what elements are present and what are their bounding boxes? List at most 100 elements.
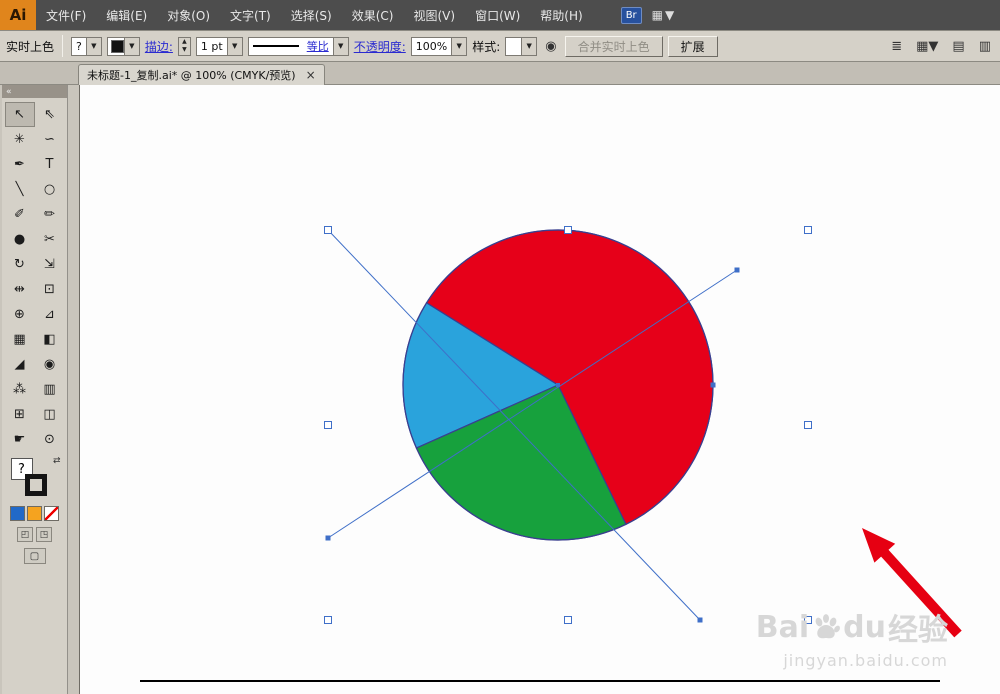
shape-builder-tool[interactable]: ⊕: [5, 302, 35, 327]
fill-color-dropdown[interactable]: ? ▼: [71, 36, 102, 56]
free-transform-tool[interactable]: ⊡: [35, 277, 65, 302]
gradient-tool[interactable]: ◧: [35, 327, 65, 352]
pencil-tool[interactable]: ✏: [35, 202, 65, 227]
scale-tool[interactable]: ⇲: [35, 252, 65, 277]
app-logo: Ai: [0, 0, 36, 30]
selection-handle[interactable]: [564, 616, 572, 624]
chevron-down-icon[interactable]: ▼: [451, 37, 467, 55]
separator: [62, 35, 64, 57]
stroke-color-swatch: [110, 39, 124, 53]
chevron-down-icon[interactable]: ▼: [85, 37, 101, 55]
column-graph-tool[interactable]: ▥: [35, 377, 65, 402]
blob-brush-tool[interactable]: ●: [5, 227, 35, 252]
stroke-swatch[interactable]: [24, 474, 47, 496]
selection-center-point[interactable]: [556, 383, 560, 387]
anchor-point[interactable]: [697, 617, 703, 623]
control-bar: 实时上色 ? ▼ ▼ 描边: ▲ ▼ 1 pt ▼ 等比 ▼ 不透明度: 100%…: [0, 30, 1000, 62]
swap-fill-stroke-icon[interactable]: ⇄: [53, 456, 61, 466]
menu-文件(F)[interactable]: 文件(F): [36, 0, 96, 30]
anchor-point[interactable]: [325, 535, 331, 541]
screen-mode-button[interactable]: ▢: [23, 548, 46, 564]
menu-帮助(H)[interactable]: 帮助(H): [530, 0, 592, 30]
profile-label: 等比: [306, 40, 329, 53]
workspace-switcher-icon[interactable]: ▦▼: [652, 8, 677, 22]
eyedropper-tool[interactable]: ◢: [5, 352, 35, 377]
align-left-icon[interactable]: ▤: [949, 39, 967, 54]
recolor-artwork-icon[interactable]: ◉: [542, 39, 559, 54]
style-dropdown[interactable]: ▼: [505, 36, 538, 56]
symbol-sprayer-tool[interactable]: ⁂: [5, 377, 35, 402]
selection-handle[interactable]: [324, 226, 332, 234]
menu-对象(O)[interactable]: 对象(O): [157, 0, 220, 30]
stroke-panel-link[interactable]: 描边:: [145, 38, 173, 55]
menu-视图(V)[interactable]: 视图(V): [403, 0, 465, 30]
direct-selection-tool[interactable]: ⇖: [35, 102, 65, 127]
perspective-grid-tool[interactable]: ⊿: [35, 302, 65, 327]
watermark-url: jingyan.baidu.com: [783, 651, 948, 670]
stroke-color-dropdown[interactable]: ▼: [106, 36, 140, 56]
arrange-documents-icon[interactable]: ▦▼: [913, 39, 941, 54]
pen-tool[interactable]: ✒: [5, 152, 35, 177]
panel-collapse-button[interactable]: «: [2, 85, 67, 98]
artboard-tool[interactable]: ⊞: [5, 402, 35, 427]
anchor-point[interactable]: [734, 267, 740, 273]
opacity-dropdown[interactable]: 100% ▼: [410, 36, 468, 56]
align-right-icon[interactable]: ▥: [976, 39, 994, 54]
stroke-weight-dropdown[interactable]: 1 pt ▼: [195, 36, 243, 56]
slice-tool[interactable]: ◫: [35, 402, 65, 427]
type-tool[interactable]: T: [35, 152, 65, 177]
style-label: 样式:: [472, 39, 501, 54]
blend-tool[interactable]: ◉: [35, 352, 65, 377]
menu-窗口(W)[interactable]: 窗口(W): [465, 0, 530, 30]
close-icon[interactable]: ×: [306, 68, 316, 82]
hand-tool[interactable]: ☛: [5, 427, 35, 452]
stroke-profile-preview: [252, 45, 299, 47]
draw-mode-1-button[interactable]: ◰: [17, 527, 33, 542]
chevron-down-icon[interactable]: ▼: [226, 37, 242, 55]
ellipse-tool[interactable]: ○: [35, 177, 65, 202]
selection-handle[interactable]: [564, 226, 572, 234]
panel-menu-icon[interactable]: ≣: [888, 39, 905, 54]
expand-button[interactable]: 扩展: [667, 35, 718, 57]
selection-handle[interactable]: [324, 421, 332, 429]
control-bar-right: ≣ ▦▼ ▤ ▥: [888, 39, 994, 54]
watermark-text: Bai du 经验: [755, 609, 948, 649]
width-tool[interactable]: ⇹: [5, 277, 35, 302]
canvas-area[interactable]: Bai du 经验 jingyan.baidu.com: [80, 85, 1000, 694]
anchor-point[interactable]: [710, 382, 716, 388]
opacity-value: 100%: [415, 39, 448, 53]
chevron-down-icon[interactable]: ▼: [332, 37, 348, 55]
zoom-tool[interactable]: ⊙: [35, 427, 65, 452]
scissors-tool[interactable]: ✂: [35, 227, 65, 252]
draw-mode-buttons: ◰ ◳: [2, 527, 67, 542]
paintbrush-tool[interactable]: ✐: [5, 202, 35, 227]
menu-选择(S)[interactable]: 选择(S): [281, 0, 342, 30]
menu-效果(C)[interactable]: 效果(C): [342, 0, 404, 30]
illustrator-window: Ai 文件(F) 编辑(E) 对象(O) 文字(T) 选择(S) 效果(C) 视图(V) 窗口…: [0, 0, 1000, 694]
selection-handle[interactable]: [324, 616, 332, 624]
menu-编辑(E)[interactable]: 编辑(E): [96, 0, 157, 30]
draw-mode-2-button[interactable]: ◳: [36, 527, 52, 542]
rotate-tool[interactable]: ↻: [5, 252, 35, 277]
document-tab[interactable]: 未标题-1_复制.ai* @ 100% (CMYK/预览) ×: [78, 64, 325, 85]
gradient-swatch[interactable]: [27, 506, 42, 521]
width-profile-dropdown[interactable]: 等比 ▼: [247, 36, 349, 56]
stroke-weight-stepper[interactable]: ▲ ▼: [177, 36, 191, 56]
selection-handle[interactable]: [804, 226, 812, 234]
chevron-down-icon[interactable]: ▼: [521, 37, 537, 55]
fill-stroke-widget: ⇄ ?: [7, 456, 63, 502]
selection-tool[interactable]: ↖: [4, 102, 35, 127]
selection-handle[interactable]: [804, 421, 812, 429]
mesh-tool[interactable]: ▦: [5, 327, 35, 352]
lasso-tool[interactable]: ∽: [35, 127, 65, 152]
merge-live-paint-button[interactable]: 合并实时上色: [564, 35, 663, 57]
opacity-panel-link[interactable]: 不透明度:: [354, 38, 406, 55]
chevron-down-icon[interactable]: ▼: [123, 37, 139, 55]
menu-文字(T)[interactable]: 文字(T): [220, 0, 281, 30]
none-swatch[interactable]: [44, 506, 59, 521]
menu-bar: Ai 文件(F) 编辑(E) 对象(O) 文字(T) 选择(S) 效果(C) 视图(V) 窗口…: [0, 0, 1000, 30]
magic-wand-tool[interactable]: ✳: [5, 127, 35, 152]
bridge-icon[interactable]: Br: [620, 6, 642, 24]
color-swatch[interactable]: [10, 506, 25, 521]
line-segment-tool[interactable]: ╲: [5, 177, 35, 202]
